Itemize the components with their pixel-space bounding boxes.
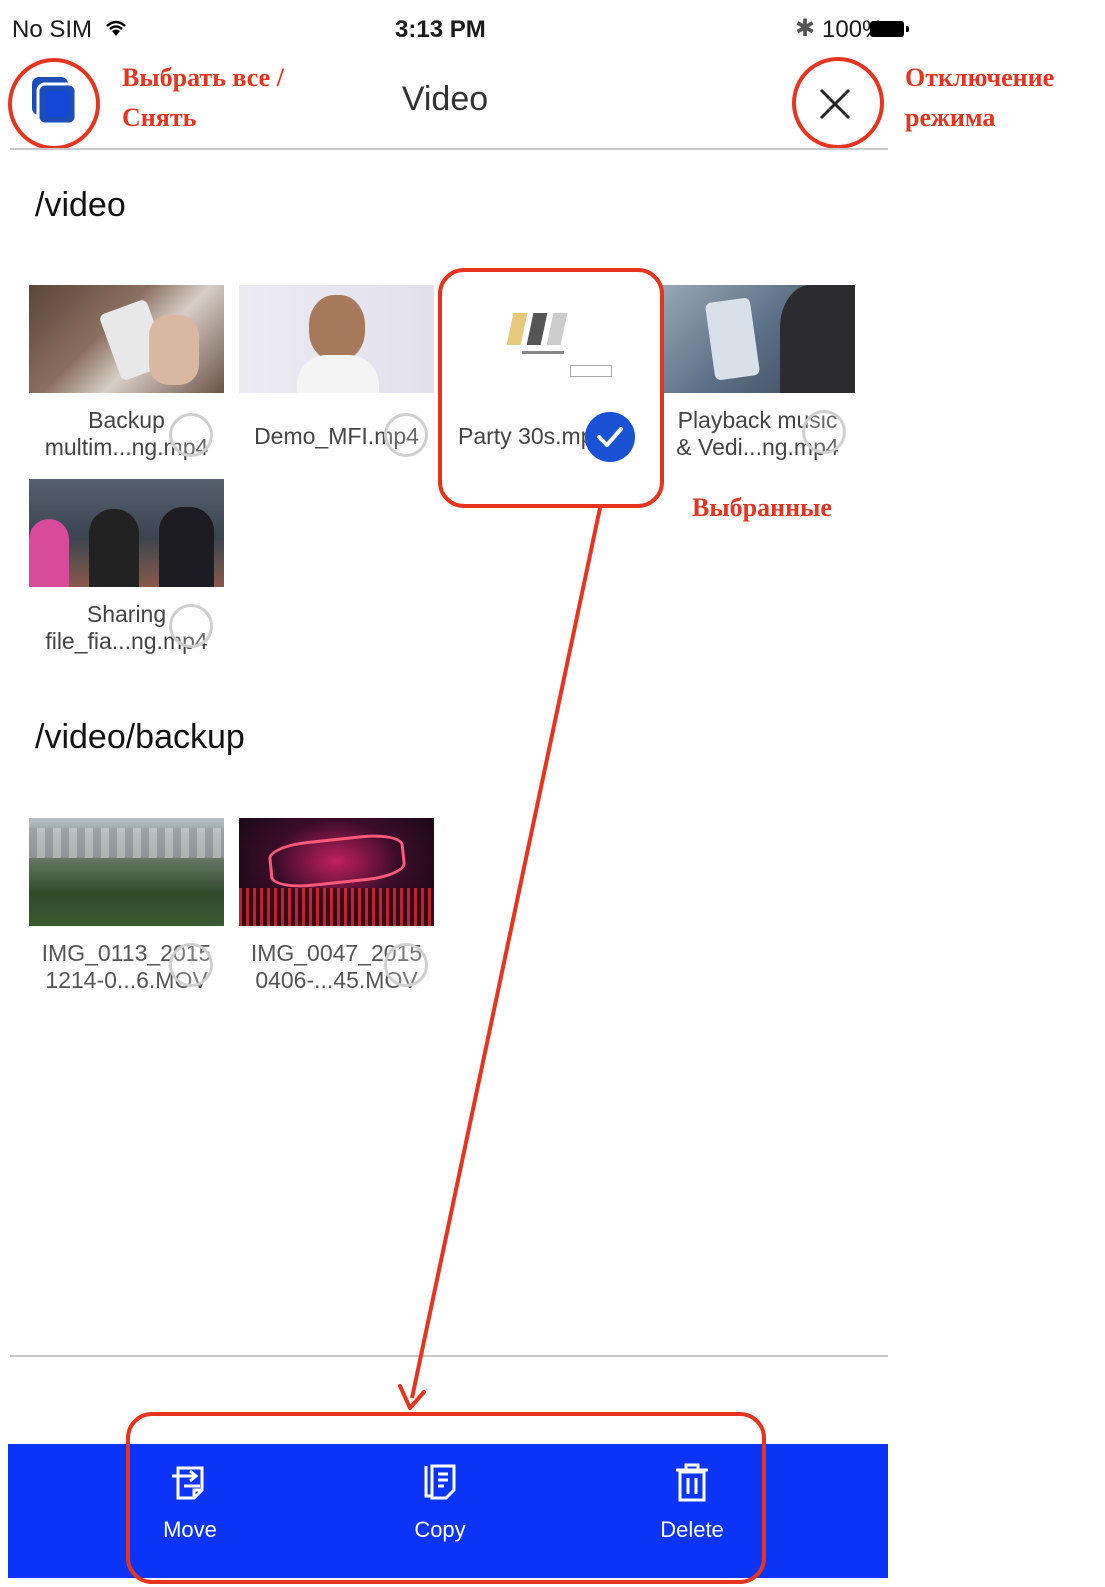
video-thumbnail [29, 479, 224, 587]
toolbar-divider [10, 1355, 888, 1357]
annotation-select-all-line1: Выбрать все / [122, 63, 284, 92]
battery-icon [870, 21, 909, 37]
annotation-arrow [398, 507, 602, 1410]
annotation-exit-line2: режима [905, 103, 996, 132]
select-radio[interactable] [169, 604, 213, 648]
select-radio[interactable] [169, 413, 213, 457]
video-thumbnail [660, 285, 855, 393]
wifi-icon [103, 17, 129, 45]
annotation-toolbar-box [126, 1412, 766, 1584]
annotation-exit-line1: Отключение [905, 63, 1055, 92]
bluetooth-icon: ✱ [795, 15, 816, 42]
select-radio[interactable] [802, 410, 846, 454]
annotation-circle-select-all [8, 58, 100, 150]
status-time: 3:13 PM [395, 16, 486, 43]
nav-divider [10, 148, 888, 150]
video-thumbnail [239, 818, 434, 926]
annotation-selected: Выбранные [692, 493, 832, 522]
file-tile[interactable]: IMG_0047_2015 0406-...45.MOV [239, 818, 434, 994]
annotation-select-all: Выбрать все / Снять [122, 58, 284, 138]
annotation-circle-close [792, 57, 884, 149]
file-tile[interactable]: IMG_0113_2015 1214-0...6.MOV [29, 818, 224, 994]
annotation-exit-mode: Отключение режима [905, 58, 1054, 138]
select-radio[interactable] [169, 943, 213, 987]
section-title-video: /video [35, 186, 126, 224]
annotation-select-all-line2: Снять [122, 103, 197, 132]
page-title: Video [401, 80, 489, 118]
file-tile[interactable]: Playback music & Vedi...ng.mp4 [660, 285, 855, 461]
annotation-selected-box [438, 268, 664, 508]
video-thumbnail [29, 818, 224, 926]
select-radio[interactable] [384, 413, 428, 457]
video-thumbnail [29, 285, 224, 393]
carrier-label: No SIM [12, 16, 93, 43]
video-thumbnail [239, 285, 434, 393]
file-tile[interactable]: Sharing file_fia...ng.mp4 [29, 479, 224, 655]
status-carrier: No SIM [12, 16, 129, 45]
section-title-video-backup: /video/backup [35, 718, 245, 756]
select-radio[interactable] [384, 943, 428, 987]
file-tile[interactable]: Demo_MFI.mp4 [239, 285, 434, 457]
file-tile[interactable]: Backup multim...ng.mp4 [29, 285, 224, 461]
